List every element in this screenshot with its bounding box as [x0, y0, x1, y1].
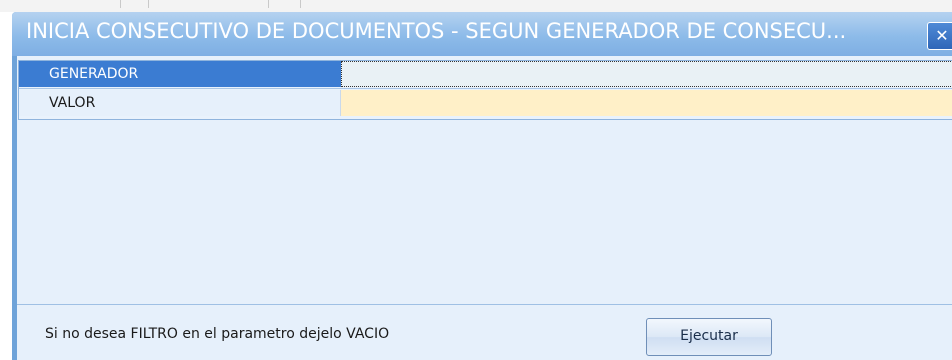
title-bar[interactable]: INICIA CONSECUTIVO DE DOCUMENTOS - SEGUN… [12, 12, 952, 56]
close-button[interactable]: ✕ [927, 22, 952, 50]
param-row-valor[interactable]: VALOR [19, 90, 952, 116]
filter-hint-text: Si no desea FILTRO en el parametro dejel… [45, 326, 390, 342]
background-tick [268, 0, 269, 8]
background-tick [300, 0, 301, 8]
dialog-body: GENERADOR VALOR Si no desea FILTRO en el… [17, 56, 952, 360]
row-divider [19, 88, 952, 89]
background-strip [0, 0, 952, 12]
background-tick [148, 0, 149, 8]
close-icon: ✕ [935, 26, 949, 45]
parameter-grid: GENERADOR VALOR [18, 60, 952, 120]
param-row-generador[interactable]: GENERADOR [19, 61, 952, 87]
execute-button[interactable]: Ejecutar [646, 318, 772, 356]
param-label[interactable]: GENERADOR [19, 61, 341, 87]
param-label[interactable]: VALOR [19, 90, 341, 116]
param-value-input[interactable] [341, 90, 952, 116]
param-value-input[interactable] [341, 61, 952, 87]
footer-separator [17, 304, 952, 305]
background-tick [120, 0, 121, 8]
window-title: INICIA CONSECUTIVO DE DOCUMENTOS - SEGUN… [26, 19, 847, 43]
dialog-window: INICIA CONSECUTIVO DE DOCUMENTOS - SEGUN… [12, 12, 952, 360]
